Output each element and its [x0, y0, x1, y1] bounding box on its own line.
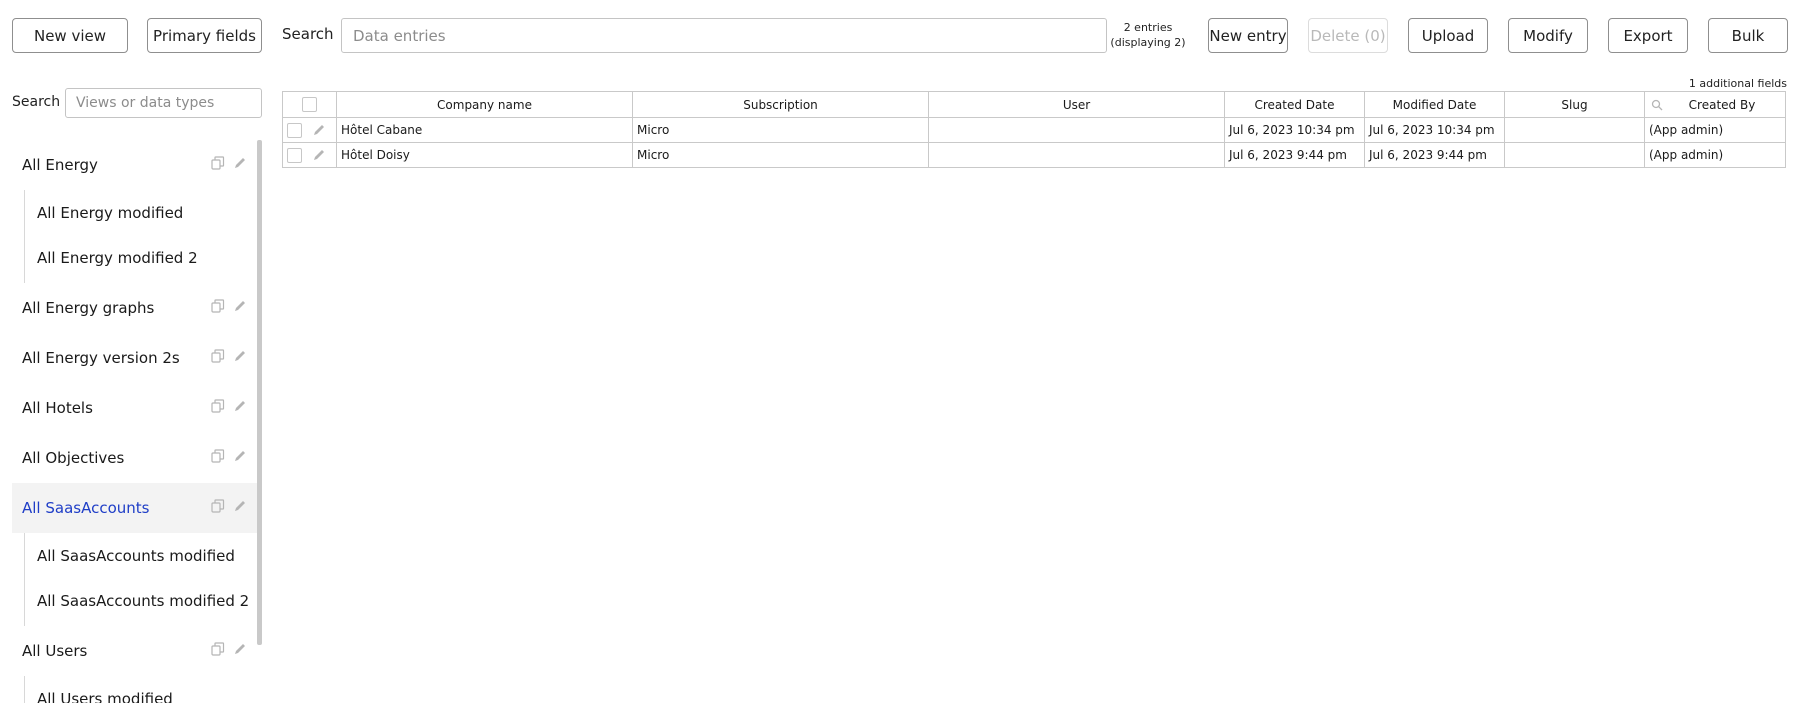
export-button[interactable]: Export [1608, 18, 1688, 53]
sidebar-subview-all-saasaccounts-modified[interactable]: All SaasAccounts modified [25, 533, 257, 578]
column-header-company-name[interactable]: Company name [336, 91, 633, 118]
search-icon[interactable] [1651, 99, 1663, 111]
table-header-row: Company name Subscription User Created D… [282, 91, 1786, 118]
cell-subscription[interactable]: Micro [632, 117, 929, 143]
pencil-icon[interactable] [312, 123, 326, 137]
sidebar-subview-all-saasaccounts-modified-2[interactable]: All SaasAccounts modified 2 [25, 578, 257, 623]
column-header-subscription[interactable]: Subscription [632, 91, 929, 118]
entries-count-total: 2 entries [1123, 21, 1173, 34]
select-all-cell [282, 91, 337, 118]
pencil-icon[interactable] [233, 499, 247, 513]
view-actions [211, 349, 247, 363]
entries-count: 2 entries (displaying 2) [1108, 20, 1188, 50]
modify-button[interactable]: Modify [1508, 18, 1588, 53]
table-row[interactable]: Hôtel Doisy Micro Jul 6, 2023 9:44 pm Jul 6… [282, 142, 1786, 168]
sidebar-subviews: All Users modified [24, 676, 257, 703]
column-header-modified-date[interactable]: Modified Date [1364, 91, 1505, 118]
view-actions [211, 642, 247, 656]
bulk-button[interactable]: Bulk [1708, 18, 1788, 53]
cell-created-by[interactable]: (App admin) [1644, 142, 1786, 168]
copy-icon[interactable] [211, 299, 225, 313]
row-controls [282, 142, 337, 168]
sidebar-subviews: All SaasAccounts modified All SaasAccount… [24, 533, 257, 626]
entries-count-displaying: (displaying 2) [1110, 36, 1186, 49]
primary-fields-button[interactable]: Primary fields [147, 18, 262, 53]
views-search-input[interactable] [65, 88, 262, 118]
row-checkbox[interactable] [287, 122, 302, 138]
sidebar-view-label: All Users [22, 642, 88, 660]
column-header-slug[interactable]: Slug [1504, 91, 1645, 118]
sidebar-view-label: All Objectives [22, 449, 125, 467]
sidebar-search-label: Search [12, 94, 61, 110]
cell-slug[interactable] [1504, 117, 1645, 143]
table-row[interactable]: Hôtel Cabane Micro Jul 6, 2023 10:34 pm Jul… [282, 117, 1786, 143]
search-label: Search [282, 25, 334, 43]
column-header-created-by-label: Created By [1688, 97, 1756, 112]
pencil-icon[interactable] [233, 349, 247, 363]
sidebar-view-label: All Hotels [22, 399, 93, 417]
pencil-icon[interactable] [233, 156, 247, 170]
cell-company-name[interactable]: Hôtel Doisy [336, 142, 633, 168]
sidebar-view-label: All Energy [22, 156, 98, 174]
cell-modified-date[interactable]: Jul 6, 2023 10:34 pm [1364, 117, 1505, 143]
pencil-icon[interactable] [233, 642, 247, 656]
pencil-icon[interactable] [233, 449, 247, 463]
upload-button[interactable]: Upload [1408, 18, 1488, 53]
cell-subscription[interactable]: Micro [632, 142, 929, 168]
additional-fields-link[interactable]: 1 additional fields [1689, 77, 1787, 90]
pencil-icon[interactable] [233, 299, 247, 313]
column-header-created-date[interactable]: Created Date [1224, 91, 1365, 118]
data-table: Company name Subscription User Created D… [282, 91, 1786, 168]
copy-icon[interactable] [211, 399, 225, 413]
pencil-icon[interactable] [233, 399, 247, 413]
view-actions [211, 499, 247, 513]
select-all-checkbox[interactable] [302, 97, 317, 112]
sidebar-subviews: All Energy modified All Energy modified 2 [24, 190, 257, 283]
new-entry-button[interactable]: New entry [1208, 18, 1288, 53]
sidebar-view-all-users[interactable]: All Users [12, 626, 257, 676]
copy-icon[interactable] [211, 449, 225, 463]
new-view-button[interactable]: New view [12, 18, 128, 53]
sidebar-subview-all-users-modified[interactable]: All Users modified [25, 676, 257, 703]
sidebar-view-all-energy-graphs[interactable]: All Energy graphs [12, 283, 257, 333]
cell-company-name[interactable]: Hôtel Cabane [336, 117, 633, 143]
copy-icon[interactable] [211, 642, 225, 656]
row-controls [282, 117, 337, 143]
cell-user[interactable] [928, 117, 1225, 143]
copy-icon[interactable] [211, 349, 225, 363]
sidebar-subview-all-energy-modified-2[interactable]: All Energy modified 2 [25, 235, 257, 280]
view-actions [211, 449, 247, 463]
sidebar-scrollbar[interactable] [257, 140, 262, 645]
pencil-icon[interactable] [312, 148, 326, 162]
sidebar-subview-all-energy-modified[interactable]: All Energy modified [25, 190, 257, 235]
sidebar-view-all-objectives[interactable]: All Objectives [12, 433, 257, 483]
copy-icon[interactable] [211, 156, 225, 170]
column-header-user[interactable]: User [928, 91, 1225, 118]
view-actions [211, 299, 247, 313]
data-entries-search-input[interactable] [341, 18, 1107, 53]
cell-slug[interactable] [1504, 142, 1645, 168]
sidebar-view-label: All SaasAccounts [22, 499, 150, 517]
views-sidebar: All Energy All Energy modified All Energy … [12, 140, 257, 703]
sidebar-view-label: All Energy graphs [22, 299, 155, 317]
cell-created-date[interactable]: Jul 6, 2023 10:34 pm [1224, 117, 1365, 143]
view-actions [211, 399, 247, 413]
column-header-created-by[interactable]: Created By [1644, 91, 1786, 118]
view-actions [211, 156, 247, 170]
copy-icon[interactable] [211, 499, 225, 513]
row-checkbox[interactable] [287, 147, 302, 163]
sidebar-view-all-energy[interactable]: All Energy [12, 140, 257, 190]
cell-modified-date[interactable]: Jul 6, 2023 9:44 pm [1364, 142, 1505, 168]
cell-created-date[interactable]: Jul 6, 2023 9:44 pm [1224, 142, 1365, 168]
cell-created-by[interactable]: (App admin) [1644, 117, 1786, 143]
cell-user[interactable] [928, 142, 1225, 168]
sidebar-view-all-saasaccounts[interactable]: All SaasAccounts [12, 483, 257, 533]
sidebar-view-label: All Energy version 2s [22, 349, 180, 367]
delete-button[interactable]: Delete (0) [1308, 18, 1388, 53]
sidebar-view-all-hotels[interactable]: All Hotels [12, 383, 257, 433]
sidebar-view-all-energy-version-2s[interactable]: All Energy version 2s [12, 333, 257, 383]
